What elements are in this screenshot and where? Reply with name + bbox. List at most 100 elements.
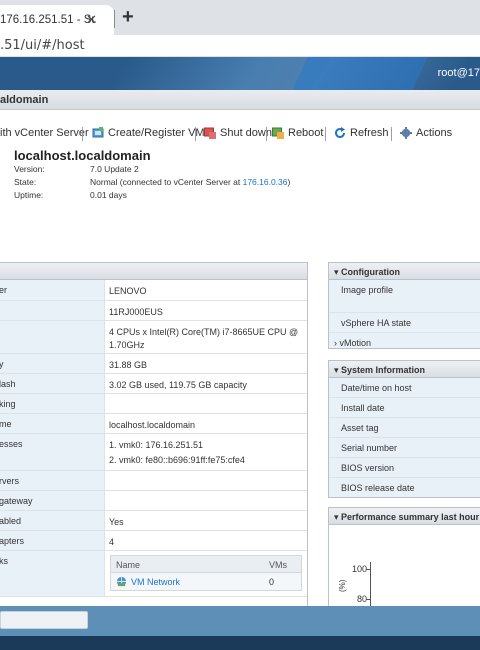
hw-value: Yes: [109, 517, 124, 527]
networks-table: Name VMs VM Network 0: [110, 555, 302, 591]
host-name: localhost.localdomain: [14, 148, 151, 163]
performance-header[interactable]: ▾ Performance summary last hour: [329, 508, 480, 525]
vcenter-ip-link[interactable]: 176.16.0.36: [243, 177, 288, 187]
create-register-vm-button[interactable]: Create/Register VM: [92, 127, 205, 139]
shut-down-button[interactable]: Shut down: [204, 127, 272, 139]
vcenter-label: ith vCenter Server: [0, 127, 89, 139]
create-vm-label: Create/Register VM: [108, 127, 205, 139]
refresh-button[interactable]: Refresh: [334, 127, 389, 139]
vmotion-row[interactable]: › vMotion: [329, 333, 480, 348]
version-value: 7.0 Update 2: [90, 164, 139, 174]
browser-tab[interactable]: 176.16.251.51 - Summa ✕: [0, 5, 114, 35]
hw-row-manufacturer: er LENOVO: [0, 280, 307, 301]
hw-value-ip2: 2. vmk0: fe80::b696:91ff:fe75:cfe4: [109, 455, 245, 465]
reboot-button[interactable]: Reboot: [272, 127, 323, 139]
reboot-label: Reboot: [288, 127, 324, 139]
page-title: aldomain: [0, 94, 49, 106]
serial-number-row: Serial number: [329, 438, 480, 458]
hw-row-default-gateway: gateway: [0, 491, 307, 511]
actions-button[interactable]: Actions: [400, 127, 452, 139]
hw-value: localhost.localdomain: [109, 420, 196, 430]
address-text[interactable]: .51/ui/#/host: [0, 38, 85, 53]
state-value: Normal (connected to vCenter Server at 1…: [90, 177, 290, 187]
networks-table-header: Name VMs: [111, 556, 301, 573]
hardware-panel-header[interactable]: [0, 263, 307, 280]
hw-key: [0, 321, 105, 353]
network-vm-count: 0: [269, 577, 275, 587]
network-icon: [116, 576, 127, 587]
hw-key: gateway: [0, 491, 105, 510]
hw-row-ipv6-enabled: abled Yes: [0, 511, 307, 531]
manage-with-vcenter-button[interactable]: ith vCenter Server: [0, 127, 89, 139]
user-menu[interactable]: root@17: [438, 67, 480, 79]
hw-value: LENOVO: [109, 286, 147, 296]
hw-row-host-adapters: apters 4: [0, 531, 307, 551]
hw-key: esses: [0, 434, 105, 470]
gear-icon: [400, 127, 412, 139]
hw-row-hostname: me localhost.localdomain: [0, 414, 307, 434]
hw-key: [0, 301, 105, 320]
configuration-header[interactable]: ▾ Configuration: [329, 263, 480, 280]
network-name-link[interactable]: VM Network: [131, 577, 180, 587]
refresh-label: Refresh: [350, 127, 389, 139]
uptime-value: 0.01 days: [90, 190, 127, 200]
image-profile-row: Image profile: [329, 280, 480, 313]
hw-key: y: [0, 354, 105, 373]
actions-label: Actions: [416, 127, 453, 139]
host-toolbar: ith vCenter Server Create/Register VM Sh…: [0, 127, 480, 141]
hw-value: 31.88 GB: [109, 360, 148, 370]
state-label: State:: [14, 177, 37, 187]
state-close: ): [287, 177, 291, 187]
page-titlebar: aldomain: [0, 90, 480, 110]
collapse-icon: ▾: [334, 365, 342, 375]
hardware-panel: er LENOVO 11RJ000EUS 4 CPUs x Intel(R) C…: [0, 262, 308, 610]
tab-title: 176.16.251.51 - Summa: [0, 14, 96, 26]
shut-down-icon: [204, 127, 216, 139]
column-name[interactable]: Name: [116, 560, 140, 570]
tab-divider: [114, 10, 115, 28]
shut-down-label: Shut down: [220, 127, 272, 139]
chart-y-axis: [370, 562, 371, 606]
install-date-row: Install date: [329, 398, 480, 418]
vsphere-header: root@17: [0, 57, 480, 90]
hw-key: lash: [0, 374, 105, 393]
address-bar[interactable]: .51/ui/#/host: [0, 35, 480, 57]
bottom-status-strip: [0, 636, 480, 650]
hw-value: 4: [109, 537, 115, 547]
configuration-title: Configuration: [341, 267, 401, 277]
toolbar-divider: [82, 127, 83, 141]
performance-panel: ▾ Performance summary last hour: [328, 507, 480, 617]
ha-state-row: vSphere HA state: [329, 313, 480, 333]
configuration-panel: ▾ Configuration Image profile vSphere HA…: [328, 262, 480, 349]
new-tab-icon[interactable]: +: [122, 6, 134, 29]
y-axis-label: (%): [338, 579, 347, 592]
bios-version-row: BIOS version: [329, 458, 480, 478]
browser-tab-bar: 176.16.251.51 - Summa ✕ +: [0, 0, 480, 35]
hw-row-networks: ks Name VMs VM Network 0: [0, 551, 307, 597]
toolbar-divider: [266, 127, 267, 141]
header-decoration-accent: [292, 57, 428, 90]
hw-value: 4 CPUs x Intel(R) Core(TM) i7-8665UE CPU…: [109, 327, 299, 350]
hw-key: er: [0, 280, 105, 300]
asset-tag-row: Asset tag: [329, 418, 480, 438]
recent-tasks-input[interactable]: [0, 611, 88, 629]
hw-value: 11RJ000EUS: [109, 307, 163, 317]
state-text: Normal (connected to vCenter Server at: [90, 177, 243, 187]
hw-key: abled: [0, 511, 105, 530]
refresh-icon: [335, 127, 345, 138]
toolbar-divider: [391, 127, 392, 141]
toolbar-divider: [325, 127, 326, 141]
hw-value-ip1: 1. vmk0: 176.16.251.51: [109, 440, 204, 450]
hw-row-model: 11RJ000EUS: [0, 301, 307, 321]
tab-close-icon[interactable]: ✕: [86, 12, 97, 28]
table-row[interactable]: VM Network 0: [111, 573, 301, 590]
system-info-panel: ▾ System Information Date/time on host I…: [328, 360, 480, 498]
hw-row-dns-servers: rvers: [0, 471, 307, 491]
vmotion-label: vMotion: [339, 338, 372, 348]
hw-value: 3.02 GB used, 119.75 GB capacity: [109, 380, 247, 390]
date-time-row: Date/time on host: [329, 378, 480, 398]
performance-title: Performance summary last hour: [341, 512, 480, 522]
system-info-header[interactable]: ▾ System Information: [329, 361, 480, 378]
column-vms[interactable]: VMs: [269, 560, 287, 570]
collapse-icon: ▾: [334, 512, 342, 522]
